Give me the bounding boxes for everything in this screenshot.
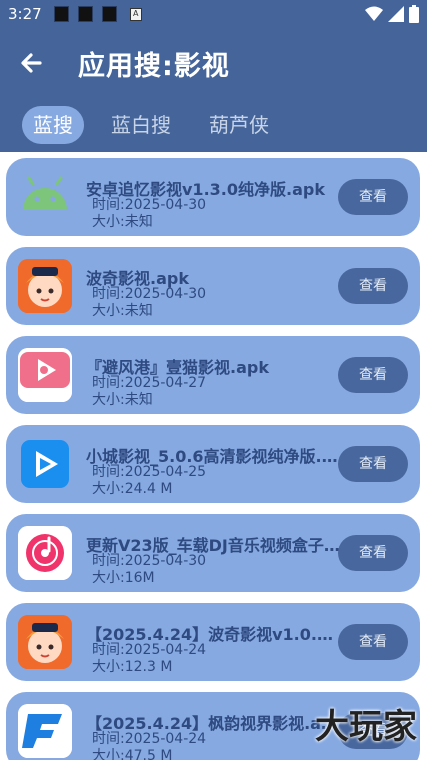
tab-lanbaiso[interactable]: 蓝白搜 bbox=[100, 106, 182, 144]
wifi-icon bbox=[365, 6, 383, 21]
back-button[interactable] bbox=[18, 50, 52, 76]
item-size: 大小:未知 bbox=[92, 392, 153, 408]
notification-icon bbox=[130, 8, 142, 21]
item-size: 大小:未知 bbox=[92, 214, 153, 230]
notification-icon bbox=[54, 6, 69, 22]
item-size: 大小:未知 bbox=[92, 303, 153, 319]
item-size: 大小:24.4 M bbox=[92, 481, 173, 497]
play-cat-icon bbox=[18, 348, 72, 402]
item-size: 大小:16M bbox=[92, 570, 155, 586]
result-list[interactable]: 安卓追忆影视v1.3.0纯净版.apk 时间:2025-04-30 大小:未知 … bbox=[0, 152, 427, 760]
view-button[interactable]: 查看 bbox=[338, 268, 408, 304]
status-time: 3:27 bbox=[8, 5, 42, 23]
view-button[interactable]: 查看 bbox=[338, 357, 408, 393]
play-blue-icon bbox=[18, 437, 72, 491]
tab-bar: 蓝搜 蓝白搜 葫芦侠 bbox=[22, 106, 280, 144]
tab-huluxia[interactable]: 葫芦侠 bbox=[198, 106, 280, 144]
view-button[interactable]: 查看 bbox=[338, 624, 408, 660]
item-size: 大小:47.5 M bbox=[92, 748, 173, 760]
fengyun-icon bbox=[18, 704, 72, 758]
list-item[interactable]: 波奇影视.apk 时间:2025-04-30 大小:未知 查看 bbox=[6, 247, 420, 325]
bobo-app-icon bbox=[18, 259, 72, 313]
view-button[interactable]: 查看 bbox=[338, 446, 408, 482]
bobo-app-icon bbox=[18, 615, 72, 669]
list-item[interactable]: 『避风港』壹猫影视.apk 时间:2025-04-27 大小:未知 查看 bbox=[6, 336, 420, 414]
app-header: 应用搜:影视 蓝搜 蓝白搜 葫芦侠 bbox=[0, 30, 427, 152]
view-button[interactable]: 查看 bbox=[338, 179, 408, 215]
arrow-left-icon bbox=[21, 53, 42, 73]
battery-icon bbox=[409, 5, 419, 23]
music-disc-icon bbox=[18, 526, 72, 580]
page-title: 应用搜:影视 bbox=[78, 51, 230, 82]
list-item[interactable]: 更新V23版_车载DJ音乐视频盒子.apk 时间:2025-04-30 大小:1… bbox=[6, 514, 420, 592]
android-icon bbox=[18, 170, 72, 224]
view-button[interactable]: 查看 bbox=[338, 535, 408, 571]
notification-icon bbox=[102, 6, 117, 22]
tab-lanso[interactable]: 蓝搜 bbox=[22, 106, 84, 144]
list-item[interactable]: 安卓追忆影视v1.3.0纯净版.apk 时间:2025-04-30 大小:未知 … bbox=[6, 158, 420, 236]
signal-icon bbox=[388, 6, 404, 22]
notification-icon bbox=[78, 6, 93, 22]
status-bar: 3:27 bbox=[0, 0, 427, 30]
item-size: 大小:12.3 M bbox=[92, 659, 173, 675]
list-item[interactable]: 【2025.4.24】波奇影视v1.0.0.apk 时间:2025-04-24 … bbox=[6, 603, 420, 681]
list-item[interactable]: 小城影视_5.0.6高清影视纯净版.apk 时间:2025-04-25 大小:2… bbox=[6, 425, 420, 503]
watermark: 大玩家 bbox=[315, 707, 417, 747]
